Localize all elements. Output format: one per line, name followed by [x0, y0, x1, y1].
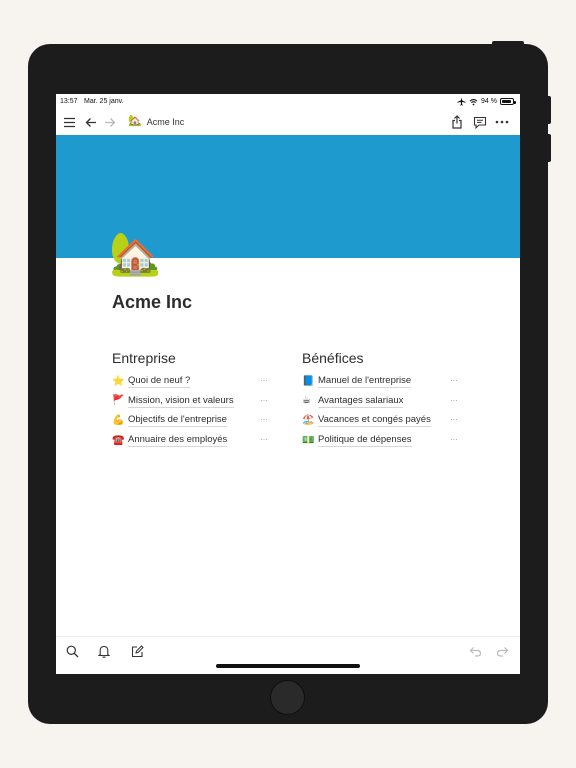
breadcrumb-house-icon: 🏡	[128, 115, 142, 127]
link-label: Politique de dépenses	[318, 434, 412, 448]
column-entreprise: Entreprise ⭐ Quoi de neuf ? ··· 🚩 Missio…	[112, 350, 272, 450]
nav-bar: 🏡 Acme Inc	[56, 110, 520, 135]
column-heading: Entreprise	[112, 350, 176, 366]
breadcrumb[interactable]: 🏡 Acme Inc	[128, 116, 184, 127]
status-bar: 13:57 Mar. 25 janv. 94 %	[56, 94, 520, 110]
beach-umbrella-icon: 🏖️	[302, 414, 315, 426]
status-date: Mar. 25 janv.	[84, 98, 124, 105]
more-options-icon[interactable]: ···	[260, 375, 268, 385]
coffee-icon: ☕	[302, 395, 311, 407]
battery-icon	[500, 98, 516, 105]
breadcrumb-title: Acme Inc	[146, 116, 185, 127]
battery-fill	[502, 100, 512, 103]
link-mission[interactable]: 🚩 Mission, vision et valeurs ···	[112, 392, 272, 412]
menu-icon[interactable]	[61, 114, 77, 130]
link-objectifs[interactable]: 💪 Objectifs de l'entreprise ···	[112, 411, 272, 431]
link-avantages[interactable]: ☕ Avantages salariaux ···	[302, 392, 462, 412]
more-icon[interactable]	[494, 114, 510, 130]
link-label: Annuaire des employés	[128, 434, 228, 448]
more-options-icon[interactable]: ···	[450, 375, 458, 385]
star-icon: ⭐	[112, 375, 125, 387]
status-right: 94 %	[457, 97, 516, 106]
dollar-banknote-icon: 💵	[302, 434, 315, 446]
column-benefices: Bénéfices 📘 Manuel de l'entreprise ··· ☕…	[302, 350, 462, 450]
battery-percent: 94 %	[481, 98, 497, 105]
redo-icon[interactable]	[494, 643, 510, 659]
link-politique[interactable]: 💵 Politique de dépenses ···	[302, 431, 462, 451]
comment-icon[interactable]	[472, 114, 488, 130]
compose-icon[interactable]	[129, 643, 145, 659]
page-title[interactable]: Acme Inc	[112, 292, 192, 313]
page-house-icon[interactable]: 🏡	[109, 233, 161, 275]
column-heading: Bénéfices	[302, 350, 364, 366]
more-options-icon[interactable]: ···	[450, 434, 458, 444]
back-arrow-icon[interactable]	[83, 114, 99, 130]
airplane-icon	[457, 97, 466, 106]
more-options-icon[interactable]: ···	[260, 395, 268, 405]
more-options-icon[interactable]: ···	[450, 395, 458, 405]
status-time: 13:57	[60, 98, 78, 105]
home-indicator[interactable]	[216, 664, 360, 668]
telephone-icon: ☎️	[112, 434, 125, 446]
bell-icon[interactable]	[96, 643, 112, 659]
link-vacances[interactable]: 🏖️ Vacances et congés payés ···	[302, 411, 462, 431]
device-home-button[interactable]	[270, 680, 305, 715]
more-options-icon[interactable]: ···	[260, 414, 268, 424]
blue-book-icon: 📘	[302, 375, 315, 387]
more-options-icon[interactable]: ···	[260, 434, 268, 444]
link-label: Objectifs de l'entreprise	[128, 414, 227, 428]
share-icon[interactable]	[449, 114, 465, 130]
wifi-icon	[469, 98, 478, 106]
search-icon[interactable]	[64, 643, 80, 659]
link-quoi-de-neuf[interactable]: ⭐ Quoi de neuf ? ···	[112, 372, 272, 392]
link-label: Quoi de neuf ?	[128, 375, 191, 389]
link-manuel[interactable]: 📘 Manuel de l'entreprise ···	[302, 372, 462, 392]
link-annuaire[interactable]: ☎️ Annuaire des employés ···	[112, 431, 272, 451]
flexed-bicep-icon: 💪	[112, 414, 125, 426]
forward-arrow-icon[interactable]	[102, 114, 118, 130]
link-label: Mission, vision et valeurs	[128, 394, 234, 408]
link-label: Manuel de l'entreprise	[318, 375, 412, 389]
more-options-icon[interactable]: ···	[450, 414, 458, 424]
screen: 13:57 Mar. 25 janv. 94 % 🏡 Acme Inc 🏡 Ac…	[56, 94, 520, 674]
flag-icon: 🚩	[112, 395, 125, 407]
bottom-toolbar	[56, 636, 520, 674]
link-label: Avantages salariaux	[318, 394, 404, 408]
undo-icon[interactable]	[467, 643, 483, 659]
link-label: Vacances et congés payés	[318, 414, 431, 428]
